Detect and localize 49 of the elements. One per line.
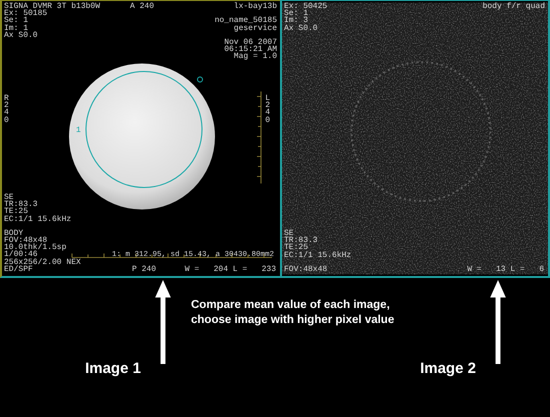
overlay-text: FOV:48x48 bbox=[284, 266, 328, 273]
overlay-text: EC:1/1 15.6kHz bbox=[284, 252, 352, 259]
orientation-label: 4 bbox=[4, 109, 9, 117]
overlay-text: lx-bay13b bbox=[232, 3, 277, 10]
overlay-text: geservice bbox=[232, 24, 277, 32]
overlay-text: A 240 bbox=[130, 3, 154, 10]
overlay-text: ED/SPF bbox=[4, 266, 34, 273]
overlay-text: 256x256/2.00 NEX bbox=[4, 258, 81, 266]
image-label: Image 2 bbox=[420, 360, 476, 377]
overlay-text: SE bbox=[4, 194, 14, 202]
overlay-text: Se: 1 bbox=[4, 17, 30, 25]
overlay-text: Se: 1 bbox=[284, 10, 310, 18]
overlay-text: Mag = 1.0 bbox=[232, 53, 277, 61]
overlay-text: Im: 3 bbox=[284, 17, 308, 25]
overlay-text: 10.0thk/1.5sp bbox=[4, 244, 68, 252]
orientation-label: 0 bbox=[4, 116, 9, 124]
overlay-text: no_name_50185 bbox=[214, 17, 277, 25]
overlay-text: EC:1/1 15.6kHz bbox=[4, 216, 72, 223]
orientation-label: 0 bbox=[265, 116, 270, 124]
overlay-text: Ax S0.0 bbox=[284, 24, 319, 32]
orientation-label: 2 bbox=[265, 102, 270, 110]
overlay-text: 1/00:46 bbox=[4, 251, 38, 259]
orientation-label: 2 bbox=[4, 102, 9, 110]
overlay-text: TR:83.3 bbox=[4, 201, 39, 208]
window-level-text: W = 204 L = 233 bbox=[184, 266, 276, 273]
overlay-text: body f/r quad bbox=[482, 3, 545, 10]
overlay-text: SE bbox=[284, 230, 294, 238]
overlay-text: P 240 bbox=[132, 266, 156, 273]
overlay-text: SIGNA DVMR 3T b13b0W bbox=[4, 3, 100, 10]
overlay-text: Ex: 50185 bbox=[4, 10, 48, 18]
overlay-text: Im: 1 bbox=[4, 24, 28, 32]
overlay-text: BODY bbox=[4, 230, 24, 237]
orientation-label: L bbox=[265, 95, 270, 102]
orientation-label: R bbox=[4, 95, 9, 102]
overlay-text: TR:83.3 bbox=[284, 237, 319, 244]
overlay-text: Nov 06 2007 bbox=[223, 38, 277, 46]
overlay-text: Ax S0.0 bbox=[4, 32, 39, 40]
overlay-text: 06:15:21 AM bbox=[223, 46, 277, 54]
overlay-text: FOV:48x48 bbox=[4, 236, 48, 244]
annotation-note: Compare mean value of each image, choose image with higher pixel value bbox=[191, 298, 396, 328]
overlay-text: Ex: 50425 bbox=[284, 3, 328, 10]
image-label: Image 1 bbox=[85, 360, 141, 377]
arrow-icon bbox=[488, 278, 508, 366]
overlay-text: TE:25 bbox=[4, 208, 28, 216]
arrow-icon bbox=[153, 278, 173, 366]
overlay-text: TE:25 bbox=[284, 244, 308, 252]
roi-label: 1 bbox=[76, 127, 81, 134]
window-level-text: W = 13 L = 6 bbox=[467, 266, 544, 273]
orientation-label: 4 bbox=[265, 109, 270, 117]
